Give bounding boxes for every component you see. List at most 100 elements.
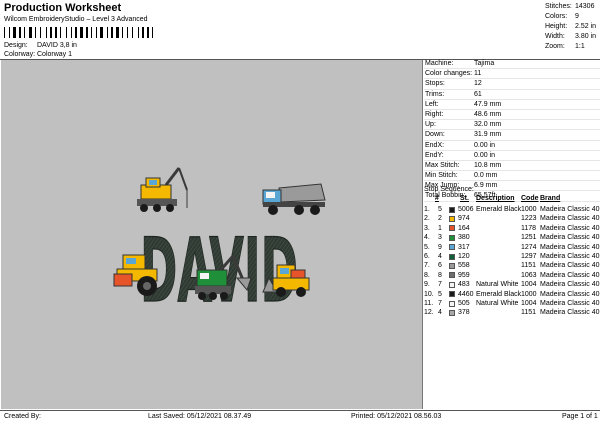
- thread-code: 1151: [521, 309, 537, 317]
- stop-index: 11.: [424, 300, 434, 307]
- barcode-bar: [50, 27, 52, 38]
- barcode-bar: [127, 27, 128, 38]
- embroidery-artwork: DAVID: [113, 167, 326, 323]
- thread-description: Emerald Black: [476, 206, 522, 213]
- thread-code: 1000: [521, 206, 537, 213]
- stop-sequence-row: 4. 3 380 1251 Madeira Classic 40: [424, 233, 600, 242]
- stitch-count: 317: [458, 243, 470, 251]
- thread-brand: Madeira Classic 40: [540, 215, 600, 223]
- machine-info-label: Max Stitch:: [425, 161, 460, 169]
- machine-info-row: Min Stitch: 0.0 mm: [424, 171, 600, 182]
- thread-brand: Madeira Classic 40: [540, 290, 600, 298]
- thread-code: 1004: [521, 281, 537, 289]
- stitch-count: 505: [458, 300, 470, 307]
- machine-info-value: 61: [474, 90, 482, 98]
- col-stitches: St.: [460, 195, 469, 202]
- thread-code: 1178: [521, 224, 537, 232]
- thread-color-swatch: [449, 253, 455, 260]
- thread-brand: Madeira Classic 40: [540, 262, 600, 270]
- thread-code: 1004: [521, 300, 537, 307]
- colorway-row: Colorway: Colorway 1: [4, 51, 72, 58]
- thread-code: 1251: [521, 234, 537, 242]
- stop-index: 10.: [424, 290, 434, 298]
- needle-number: 1: [438, 224, 442, 232]
- thread-color-swatch: [449, 234, 455, 241]
- thread-color-swatch: [449, 272, 455, 279]
- stop-sequence-row: 3. 1 164 1178 Madeira Classic 40: [424, 224, 600, 233]
- thread-brand: Madeira Classic 40: [540, 234, 600, 242]
- barcode-bar: [13, 27, 16, 38]
- thread-color-swatch: [449, 281, 455, 288]
- design-row: Design: DAVID 3,8 in: [4, 42, 77, 49]
- stitch-count: 483: [458, 281, 470, 289]
- thread-color-swatch: [449, 225, 455, 232]
- stop-sequence-row: 2. 2 974 1223 Madeira Classic 40: [424, 214, 600, 223]
- machine-info-value: 10.8 mm: [474, 161, 502, 169]
- machine-info-row: Max Stitch: 10.8 mm: [424, 161, 600, 172]
- barcode-bar: [55, 27, 57, 38]
- stat-width: Width: 3.80 in: [545, 33, 597, 40]
- needle-number: 4: [438, 309, 442, 317]
- machine-info-label: Left:: [425, 100, 439, 108]
- machine-info-value: 32.0 mm: [474, 121, 502, 129]
- machine-info-row: Machine: Tajima: [424, 59, 600, 70]
- machine-info-value: 47.9 mm: [474, 100, 502, 108]
- design-barcode: [4, 27, 194, 38]
- needle-number: 2: [438, 215, 442, 223]
- machine-info-row: EndY: 0.00 in: [424, 151, 600, 161]
- barcode-bar: [4, 27, 5, 38]
- stop-index: 9.: [424, 281, 430, 289]
- barcode-bar: [24, 27, 25, 38]
- machine-info-label: Color changes:: [425, 70, 473, 78]
- barcode-bar: [107, 27, 108, 38]
- thread-description: Natural White: [476, 300, 519, 307]
- barcode-bar: [75, 27, 77, 38]
- page-title: Production Worksheet: [4, 2, 122, 14]
- stop-sequence-row: 5. 9 317 1274 Madeira Classic 40: [424, 243, 600, 252]
- barcode-bar: [66, 27, 67, 38]
- thread-code: 1151: [521, 262, 537, 270]
- machine-info-value: 6.9 mm: [474, 182, 498, 190]
- design-label: Design:: [4, 42, 28, 49]
- stitch-count: 378: [458, 309, 470, 317]
- needle-number: 7: [438, 300, 442, 307]
- stop-index: 8.: [424, 271, 430, 279]
- barcode-bar: [60, 27, 61, 38]
- stat-height: Height: 2.52 in: [545, 23, 597, 30]
- barcode-bar: [40, 27, 41, 38]
- thread-brand: Madeira Classic 40: [540, 206, 600, 213]
- machine-info-label: Trims:: [425, 90, 445, 98]
- stitch-count: 5006: [458, 206, 474, 213]
- stop-sequence-row: 11. 7 505 Natural White 1004 Madeira Classic …: [424, 299, 600, 308]
- machine-info-row: Color changes: 11: [424, 69, 600, 80]
- thread-code: 1000: [521, 290, 537, 298]
- barcode-bar: [122, 27, 123, 38]
- thread-brand: Madeira Classic 40: [540, 253, 600, 260]
- needle-number: 5: [438, 206, 442, 213]
- barcode-bar: [35, 27, 36, 38]
- stat-stitches: Stitches: 14306: [545, 3, 595, 10]
- thread-brand: Madeira Classic 40: [540, 271, 600, 279]
- thread-brand: Madeira Classic 40: [540, 281, 600, 289]
- needle-number: 9: [438, 243, 442, 251]
- software-name: Wilcom EmbroideryStudio – Level 3 Advanc…: [4, 16, 148, 23]
- machine-info-label: Stops:: [425, 80, 445, 88]
- barcode-bar: [19, 27, 21, 38]
- stitch-count: 120: [458, 253, 470, 260]
- machine-info-label: EndX:: [425, 141, 445, 149]
- stop-sequence-row: 1. 5 5006 Emerald Black 1000 Madeira Classic …: [424, 205, 600, 214]
- page-number: Page 1 of 1: [562, 413, 598, 420]
- machine-info-label: Machine:: [425, 60, 454, 67]
- barcode-bar: [29, 27, 32, 38]
- machine-info-row: Left: 47.9 mm: [424, 100, 600, 110]
- stop-index: 1.: [424, 206, 430, 213]
- barcode-bar: [100, 27, 103, 38]
- stitch-count: 959: [458, 271, 470, 279]
- stitch-count: 380: [458, 234, 470, 242]
- thread-code: 1274: [521, 243, 537, 251]
- machine-info-row: Down: 31.9 mm: [424, 130, 600, 141]
- col-number: #: [435, 195, 439, 202]
- design-value: DAVID 3,8 in: [37, 42, 77, 49]
- stop-index: 12.: [424, 309, 434, 317]
- machine-info-row: Up: 32.0 mm: [424, 120, 600, 131]
